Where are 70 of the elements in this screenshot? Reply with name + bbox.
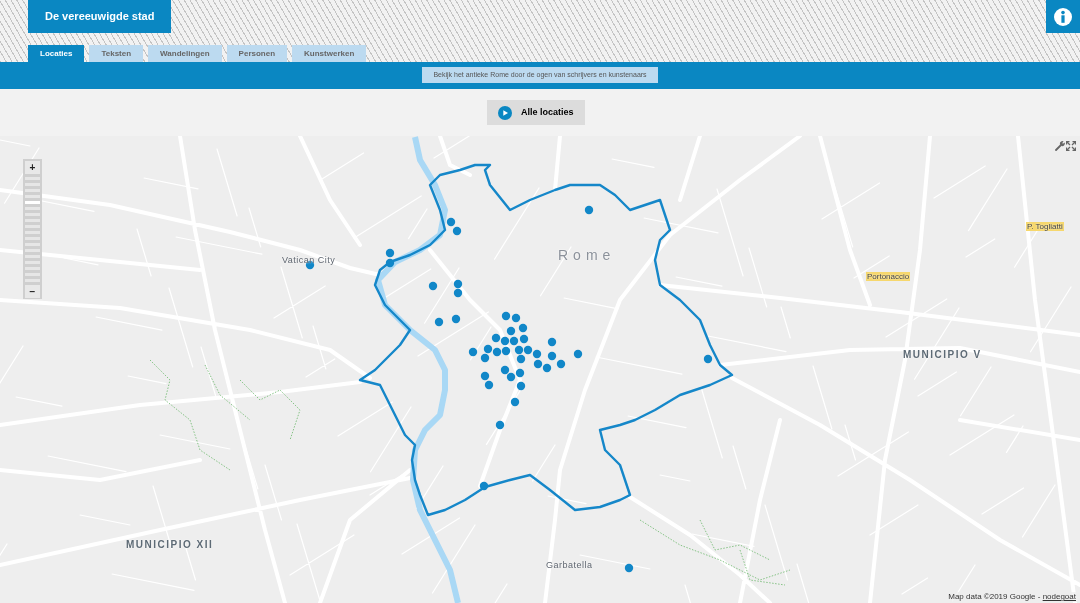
marker-icon[interactable] <box>515 368 525 378</box>
marker-icon[interactable] <box>510 397 520 407</box>
marker-icon[interactable] <box>703 354 713 364</box>
marker-icon[interactable] <box>428 281 438 291</box>
zoom-out-button[interactable]: − <box>25 285 40 298</box>
tab[interactable]: Kunstwerken <box>292 45 367 62</box>
marker-icon[interactable] <box>547 337 557 347</box>
marker-icon[interactable] <box>479 481 489 491</box>
tab[interactable]: Personen <box>226 45 288 62</box>
marker-icon[interactable] <box>506 372 516 382</box>
place-label: Garbatella <box>546 560 593 570</box>
marker-icon[interactable] <box>480 371 490 381</box>
marker-icon[interactable] <box>500 336 510 346</box>
marker-icon[interactable] <box>500 365 510 375</box>
play-icon <box>498 105 512 120</box>
marker-icon[interactable] <box>584 205 594 215</box>
marker-icon[interactable] <box>542 363 552 373</box>
district-label: MUNICIPIO XII <box>126 539 214 551</box>
marker-icon[interactable] <box>453 279 463 289</box>
marker-icon[interactable] <box>523 345 533 355</box>
marker-icon[interactable] <box>453 288 463 298</box>
marker-icon[interactable] <box>434 317 444 327</box>
fullscreen-icon[interactable] <box>1066 141 1076 151</box>
zoom-slider-thumb[interactable] <box>25 201 40 204</box>
info-icon <box>1054 7 1072 26</box>
map-attribution: Map data ©2019 Google - nodegoat <box>947 592 1077 602</box>
station-label: Portonaccio <box>866 272 911 281</box>
tab[interactable]: Locaties <box>28 45 85 62</box>
marker-icon[interactable] <box>556 359 566 369</box>
marker-icon[interactable] <box>446 217 456 227</box>
marker-icon[interactable] <box>509 336 519 346</box>
marker-icon[interactable] <box>480 353 490 363</box>
marker-icon[interactable] <box>518 323 528 333</box>
marker-icon[interactable] <box>501 311 511 321</box>
attribution-link[interactable]: nodegoat <box>1042 592 1076 601</box>
map[interactable]: + − P. Togliatti Vatican City Rome Portonaccio MUNICIPIO V MUNICIPIO XII Garbatella Map data ©2019 Google - nodegoat <box>0 136 1080 603</box>
station-label: P. Togliatti <box>1026 222 1064 231</box>
marker-icon[interactable] <box>484 380 494 390</box>
zoom-in-button[interactable]: + <box>25 161 40 174</box>
marker-icon[interactable] <box>385 248 395 258</box>
marker-icon[interactable] <box>468 347 478 357</box>
marker-icon[interactable] <box>533 359 543 369</box>
tab[interactable]: Wandelingen <box>148 45 222 62</box>
marker-icon[interactable] <box>532 349 542 359</box>
wrench-icon[interactable] <box>1055 141 1065 151</box>
marker-icon[interactable] <box>506 326 516 336</box>
tab[interactable]: Teksten <box>89 45 144 62</box>
marker-icon[interactable] <box>385 258 395 268</box>
marker-icon[interactable] <box>452 226 462 236</box>
marker-icon[interactable] <box>451 314 461 324</box>
marker-icon[interactable] <box>519 334 529 344</box>
marker-icon[interactable] <box>624 563 634 573</box>
site-title: De vereeuwigde stad <box>28 0 172 33</box>
marker-icon[interactable] <box>516 381 526 391</box>
marker-icon[interactable] <box>573 349 583 359</box>
all-locations-button[interactable]: Alle locaties <box>487 100 585 125</box>
marker-icon[interactable] <box>492 347 502 357</box>
marker-icon[interactable] <box>516 354 526 364</box>
marker-icon[interactable] <box>514 345 524 355</box>
marker-icon[interactable] <box>511 313 521 323</box>
marker-icon[interactable] <box>547 351 557 361</box>
marker-icon[interactable] <box>491 333 501 343</box>
place-label: Vatican City <box>282 255 336 265</box>
marker-icon[interactable] <box>501 346 511 356</box>
marker-icon[interactable] <box>495 420 505 430</box>
district-label: MUNICIPIO V <box>903 349 982 361</box>
marker-icon[interactable] <box>483 344 493 354</box>
info-button[interactable] <box>1046 0 1080 33</box>
zoom-slider[interactable] <box>25 177 40 282</box>
city-label: Rome <box>558 247 616 263</box>
